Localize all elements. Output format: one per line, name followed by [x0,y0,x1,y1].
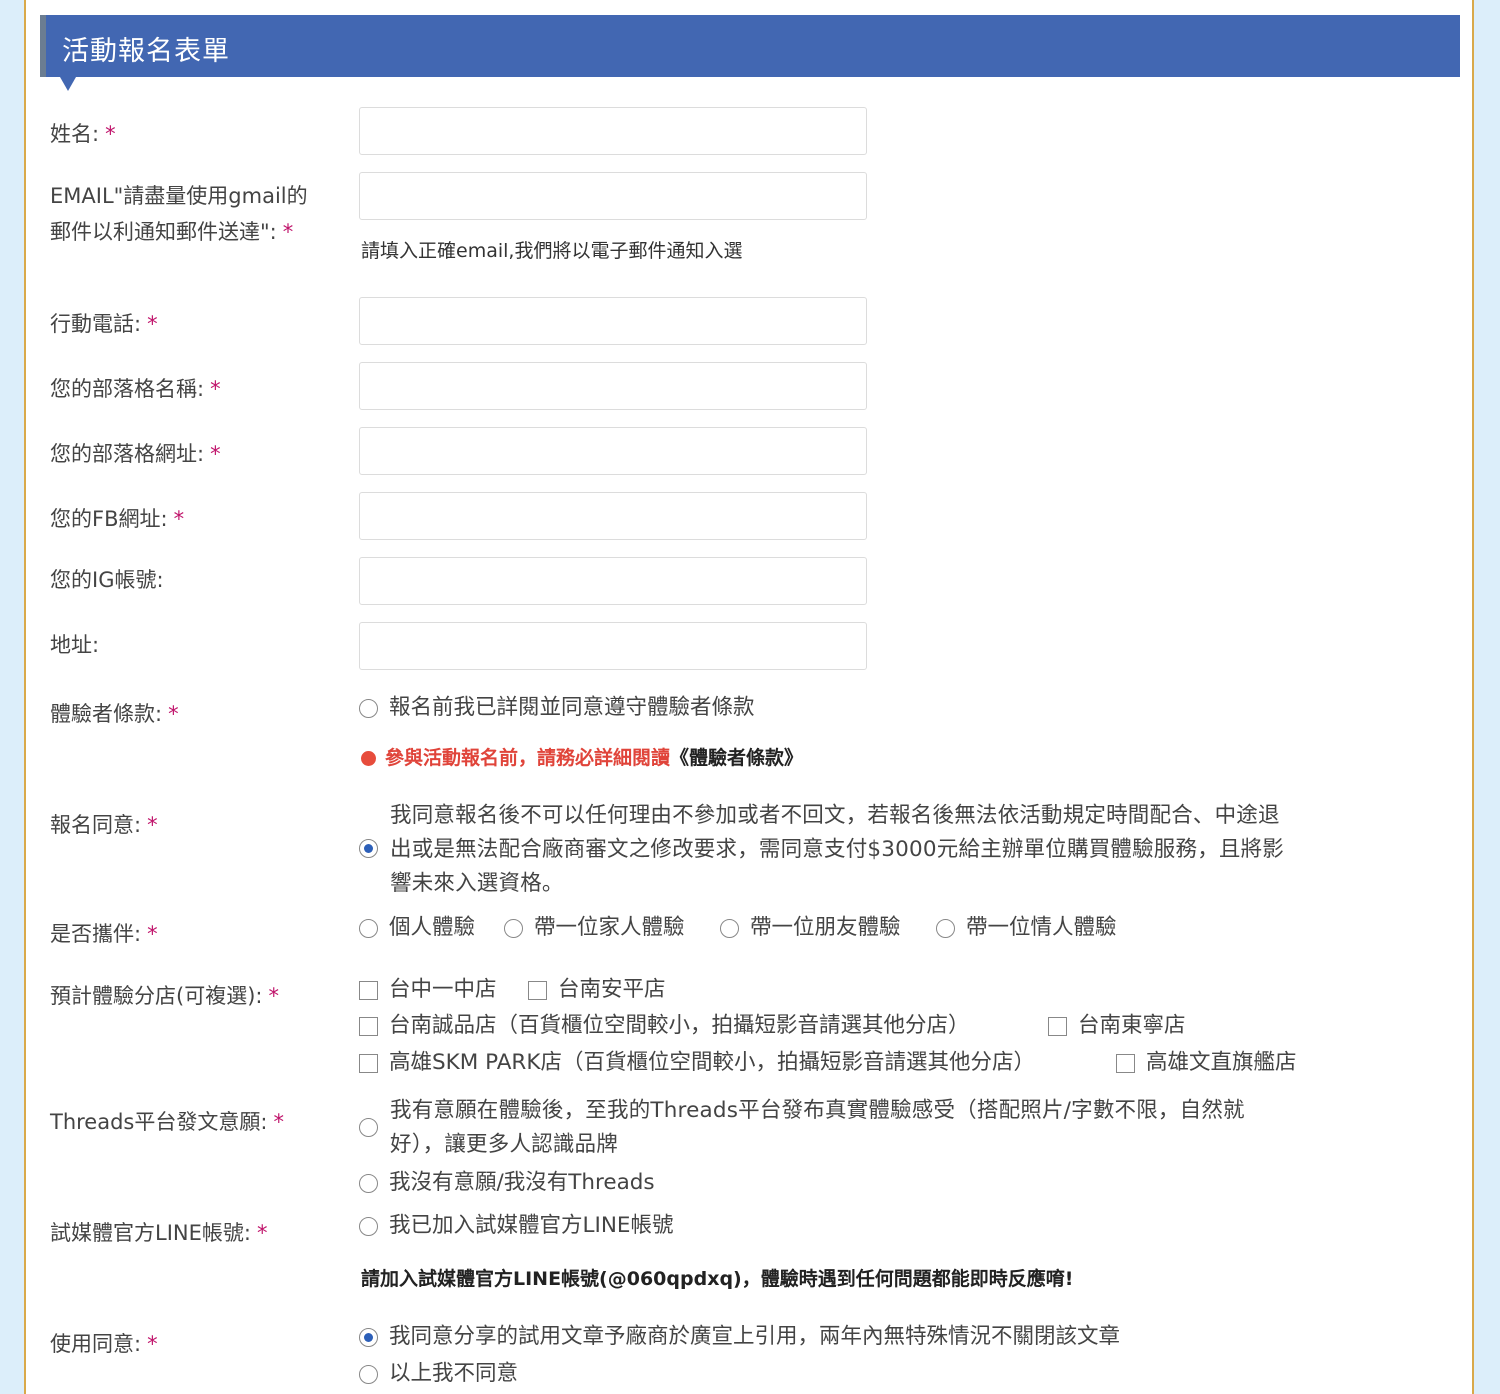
consent-label: 報名同意: * [50,813,158,837]
radio-button[interactable] [359,698,378,718]
usage-option-agree[interactable]: 我同意分享的試用文章予廠商於廣宣上引用，兩年內無特殊情況不關閉該文章 [359,1320,1120,1354]
radio-button-checked[interactable] [359,1327,378,1347]
radio-button[interactable] [504,918,523,938]
companion-option-solo[interactable]: 個人體驗 [359,911,475,945]
companion-option-friend[interactable]: 帶一位朋友體驗 [720,911,901,945]
email-help-text: 請填入正確email,我們將以電子郵件通知入選 [361,240,743,262]
store-option-tainan-dongning[interactable]: 台南東寧店 [1048,1009,1186,1043]
phone-label: 行動電話: * [50,312,158,336]
required-asterisk: * [210,442,221,466]
threads-option-willing-text[interactable]: 我有意願在體驗後，至我的Threads平台發布真實體驗感受（搭配照片/字數不限，… [390,1094,1245,1162]
store-option-kaohsiung-skm[interactable]: 高雄SKM PARK店（百貨櫃位空間較小，拍攝短影音請選其他分店） [359,1046,1035,1080]
required-asterisk: * [268,984,279,1008]
blog-url-label: 您的部落格網址: * [50,442,221,466]
required-asterisk: * [147,922,158,946]
terms-radio-option[interactable]: 報名前我已詳閱並同意遵守體驗者條款 [359,691,755,725]
radio-button[interactable] [359,1173,378,1193]
email-label: EMAIL"請盡量使用gmail的 郵件以利通知郵件送達": * [50,184,308,244]
checkbox[interactable] [1116,1053,1135,1073]
required-asterisk: * [210,377,221,401]
store-option-tainan-eslite[interactable]: 台南誠品店（百貨櫃位空間較小，拍攝短影音請選其他分店） [359,1009,970,1043]
radio-button[interactable] [936,918,955,938]
required-asterisk: * [147,312,158,336]
required-asterisk: * [147,1332,158,1356]
warning-dot-icon [361,750,376,766]
terms-link[interactable]: 《體驗者條款》 [670,741,803,775]
threads-option-unwilling[interactable]: 我沒有意願/我沒有Threads [359,1166,655,1200]
companion-option-partner[interactable]: 帶一位情人體驗 [936,911,1117,945]
blog-name-label: 您的部落格名稱: * [50,377,221,401]
store-option-tainan-anping[interactable]: 台南安平店 [528,973,666,1007]
terms-warning: 參與活動報名前，請務必詳細閱讀 《體驗者條款》 [361,741,803,775]
radio-button[interactable] [359,1364,378,1384]
ig-input[interactable] [359,557,867,605]
threads-label: Threads平台發文意願: * [50,1110,284,1134]
required-asterisk: * [168,702,179,726]
companion-label: 是否攜伴: * [50,922,158,946]
checkbox[interactable] [359,1016,378,1036]
store-option-taichung-yizhong[interactable]: 台中一中店 [359,973,497,1007]
name-input[interactable] [359,107,867,155]
required-asterisk: * [256,1221,268,1245]
required-asterisk: * [147,813,158,837]
form-header: 活動報名表單 [40,15,1460,91]
blog-url-input[interactable] [359,427,867,475]
terms-label: 體驗者條款: * [50,702,179,726]
checkbox[interactable] [1048,1016,1067,1036]
form-title: 活動報名表單 [62,36,230,67]
stores-label: 預計體驗分店(可複選): * [50,984,279,1008]
ig-label: 您的IG帳號: [50,568,164,592]
checkbox[interactable] [528,980,547,1000]
required-asterisk: * [173,507,185,531]
consent-radio-checked[interactable] [359,839,378,858]
companion-option-family[interactable]: 帶一位家人體驗 [504,911,685,945]
fb-url-label: 您的FB網址: * [50,507,185,531]
line-label: 試媒體官方LINE帳號: * [50,1221,268,1245]
blog-name-input[interactable] [359,362,867,410]
required-asterisk: * [273,1110,284,1134]
store-option-kaohsiung-flagship[interactable]: 高雄文直旗艦店 [1116,1046,1297,1080]
name-label: 姓名: * [50,122,116,146]
radio-button[interactable] [359,1216,378,1236]
phone-input[interactable] [359,297,867,345]
threads-radio-willing[interactable] [359,1118,378,1137]
required-asterisk: * [105,122,116,146]
line-note: 請加入試媒體官方LINE帳號(@060qpdxq)，體驗時遇到任何問題都能即時反… [361,1268,1074,1290]
usage-label: 使用同意: * [50,1332,158,1356]
usage-option-disagree[interactable]: 以上我不同意 [359,1357,518,1391]
form-panel: 活動報名表單 姓名: * EMAIL"請盡量使用gmail的 郵件以利通知郵件送達… [24,0,1474,1394]
consent-text[interactable]: 我同意報名後不可以任何理由不參加或者不回文，若報名後無法依活動規定時間配合、中途… [390,799,1284,901]
header-pointer-icon [60,77,76,91]
fb-url-input[interactable] [359,492,867,540]
radio-button[interactable] [359,918,378,938]
line-joined-option[interactable]: 我已加入試媒體官方LINE帳號 [359,1209,674,1243]
required-asterisk: * [282,220,294,244]
checkbox[interactable] [359,980,378,1000]
address-input[interactable] [359,622,867,670]
checkbox[interactable] [359,1053,378,1073]
radio-button[interactable] [720,918,739,938]
email-input[interactable] [359,172,867,220]
address-label: 地址: [50,633,100,657]
